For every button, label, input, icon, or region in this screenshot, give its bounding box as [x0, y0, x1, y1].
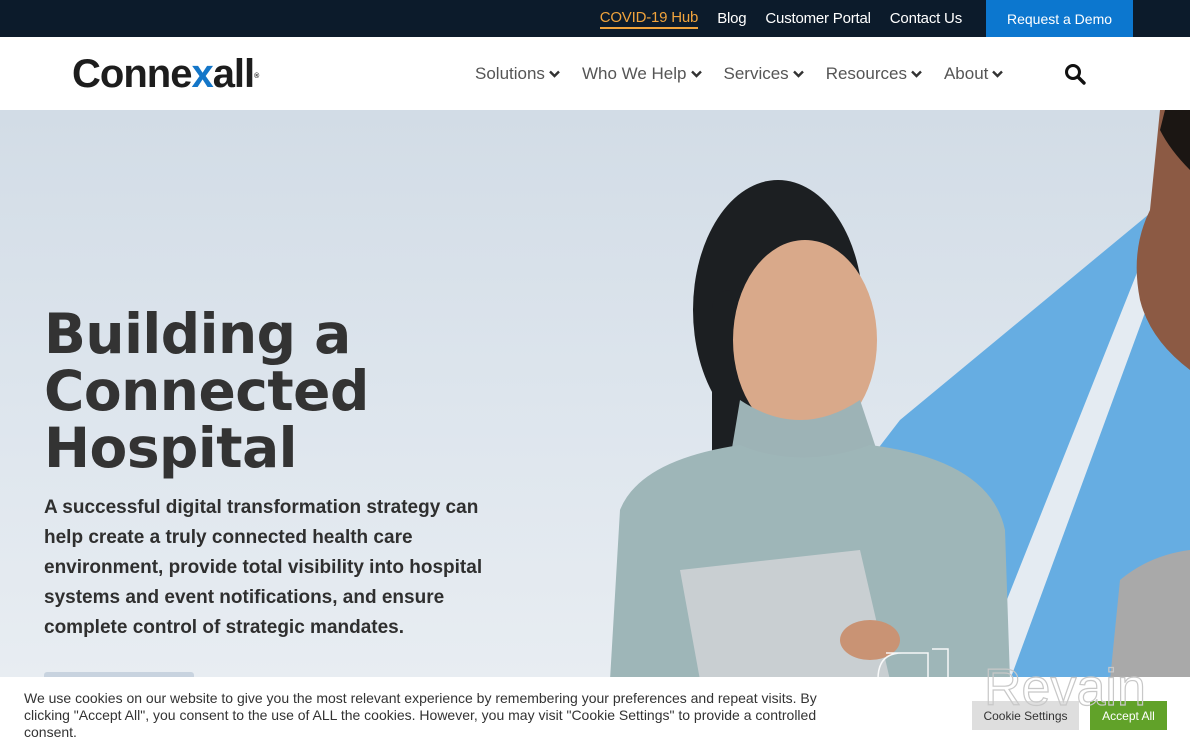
nav-label: Services — [723, 63, 789, 83]
chevron-down-icon — [911, 70, 922, 78]
nav-label: Resources — [825, 63, 907, 83]
logo-text-pre: Conne — [72, 52, 192, 96]
utility-links: COVID-19 Hub Blog Customer Portal Contac… — [599, 0, 962, 37]
logo-text-post: all — [212, 52, 255, 96]
chevron-down-icon — [690, 70, 702, 78]
nav-who-we-help[interactable]: Who We Help — [582, 64, 702, 84]
request-demo-button[interactable]: Request a Demo — [986, 0, 1133, 37]
top-utility-bar: COVID-19 Hub Blog Customer Portal Contac… — [0, 0, 1190, 37]
covid-hub-link[interactable]: COVID-19 Hub — [599, 9, 698, 29]
cookie-message: We use cookies on our website to give yo… — [24, 690, 817, 740]
nav-label: About — [943, 63, 989, 83]
customer-portal-link[interactable]: Customer Portal — [765, 10, 871, 27]
chevron-down-icon — [549, 70, 560, 78]
nav-about[interactable]: About — [943, 63, 1004, 84]
cookie-consent-banner: We use cookies on our website to give yo… — [0, 677, 1190, 753]
search-icon[interactable] — [1063, 62, 1087, 86]
hero-title: Building a Connected Hospital — [44, 306, 464, 477]
hero-title-line: Connected — [44, 359, 369, 423]
blog-link[interactable]: Blog — [717, 10, 746, 27]
nav-label: Who We Help — [581, 63, 687, 83]
nav-services[interactable]: Services — [724, 64, 804, 84]
nav-label: Solutions — [475, 63, 545, 83]
hero-title-line: Hospital — [44, 416, 298, 480]
chevron-down-icon — [792, 70, 804, 78]
connexall-logo[interactable]: Connexall® — [72, 52, 259, 96]
nav-resources[interactable]: Resources — [826, 64, 922, 84]
contact-us-link[interactable]: Contact Us — [890, 10, 962, 27]
logo-accent-x: x — [191, 52, 213, 96]
main-nav: Solutions Who We Help Services Resources… — [475, 37, 1004, 110]
hero-description: A successful digital transformation stra… — [44, 497, 483, 638]
registered-mark: ® — [254, 73, 259, 80]
chevron-down-icon — [992, 70, 1004, 78]
accept-all-button[interactable]: Accept All — [1090, 701, 1167, 730]
nav-solutions[interactable]: Solutions — [475, 64, 560, 84]
hero-section: Building a Connected Hospital A successf… — [0, 110, 1190, 680]
cookie-settings-button[interactable]: Cookie Settings — [972, 701, 1079, 730]
hero-title-line: Building a — [44, 302, 351, 366]
main-header: Connexall® Solutions Who We Help Service… — [0, 37, 1190, 110]
